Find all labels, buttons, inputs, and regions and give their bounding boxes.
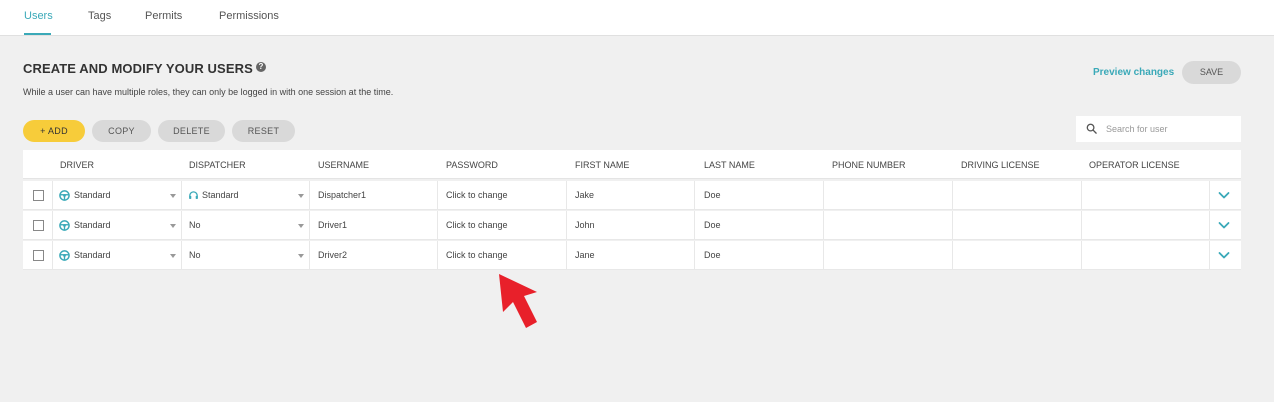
last-name-cell[interactable]: Doe — [704, 181, 721, 210]
copy-button[interactable]: COPY — [92, 120, 151, 142]
dropdown-caret-icon[interactable] — [298, 194, 304, 198]
add-button[interactable]: + ADD — [23, 120, 85, 142]
driver-role-select[interactable]: Standard — [74, 211, 111, 240]
help-icon[interactable]: ? — [256, 62, 266, 72]
top-nav: Users Tags Permits Permissions — [0, 0, 1274, 36]
column-header-last-name[interactable]: LAST NAME — [704, 160, 755, 170]
username-cell[interactable]: Driver2 — [318, 241, 347, 270]
last-name-cell[interactable]: Doe — [704, 241, 721, 270]
table-row: Standard No Driver1 Click to change John… — [23, 211, 1241, 240]
row-checkbox[interactable] — [33, 220, 44, 231]
column-header-username[interactable]: USERNAME — [318, 160, 369, 170]
dropdown-caret-icon[interactable] — [298, 254, 304, 258]
dispatcher-role-select[interactable]: No — [189, 241, 201, 270]
chevron-down-icon[interactable] — [1218, 251, 1230, 260]
dropdown-caret-icon[interactable] — [170, 194, 176, 198]
first-name-cell[interactable]: John — [575, 211, 595, 240]
table-header: DRIVER DISPATCHER USERNAME PASSWORD FIRS… — [23, 150, 1241, 179]
row-checkbox[interactable] — [33, 250, 44, 261]
first-name-cell[interactable]: Jane — [575, 241, 595, 270]
dropdown-caret-icon[interactable] — [170, 254, 176, 258]
column-header-operator-license[interactable]: OPERATOR LICENSE — [1089, 160, 1180, 170]
driver-role-select[interactable]: Standard — [74, 181, 111, 210]
password-cell[interactable]: Click to change — [446, 211, 508, 240]
page-title: CREATE AND MODIFY YOUR USERS — [23, 61, 253, 76]
headset-icon — [189, 191, 198, 199]
search-icon — [1086, 123, 1097, 134]
table-row: Standard No Driver2 Click to change Jane… — [23, 241, 1241, 270]
tab-permits[interactable]: Permits — [145, 10, 182, 22]
search-input[interactable] — [1106, 121, 1231, 137]
dispatcher-role-select[interactable]: Standard — [202, 181, 239, 210]
annotation-arrow-icon — [499, 274, 537, 328]
tab-tags[interactable]: Tags — [88, 10, 111, 22]
preview-changes-link[interactable]: Preview changes — [1093, 67, 1174, 78]
page-subtitle: While a user can have multiple roles, th… — [23, 87, 394, 97]
dispatcher-role-select[interactable]: No — [189, 211, 201, 240]
chevron-down-icon[interactable] — [1218, 191, 1230, 200]
column-header-phone-number[interactable]: PHONE NUMBER — [832, 160, 906, 170]
password-cell[interactable]: Click to change — [446, 181, 508, 210]
username-cell[interactable]: Dispatcher1 — [318, 181, 366, 210]
chevron-down-icon[interactable] — [1218, 221, 1230, 230]
username-cell[interactable]: Driver1 — [318, 211, 347, 240]
reset-button[interactable]: RESET — [232, 120, 295, 142]
column-header-driving-license[interactable]: DRIVING LICENSE — [961, 160, 1040, 170]
column-header-driver[interactable]: DRIVER — [60, 160, 94, 170]
search-box — [1076, 116, 1241, 142]
steering-wheel-icon — [59, 190, 70, 201]
column-header-dispatcher[interactable]: DISPATCHER — [189, 160, 246, 170]
password-cell[interactable]: Click to change — [446, 241, 508, 270]
active-tab-indicator — [24, 33, 51, 35]
steering-wheel-icon — [59, 220, 70, 231]
dropdown-caret-icon[interactable] — [298, 224, 304, 228]
delete-button[interactable]: DELETE — [158, 120, 225, 142]
column-header-password[interactable]: PASSWORD — [446, 160, 498, 170]
driver-role-select[interactable]: Standard — [74, 241, 111, 270]
row-checkbox[interactable] — [33, 190, 44, 201]
first-name-cell[interactable]: Jake — [575, 181, 594, 210]
last-name-cell[interactable]: Doe — [704, 211, 721, 240]
table-row: Standard Standard Dispatcher1 Click to c… — [23, 181, 1241, 210]
tab-users[interactable]: Users — [24, 10, 53, 22]
steering-wheel-icon — [59, 250, 70, 261]
dropdown-caret-icon[interactable] — [170, 224, 176, 228]
column-header-first-name[interactable]: FIRST NAME — [575, 160, 629, 170]
save-button[interactable]: SAVE — [1182, 61, 1241, 84]
tab-permissions[interactable]: Permissions — [219, 10, 279, 22]
